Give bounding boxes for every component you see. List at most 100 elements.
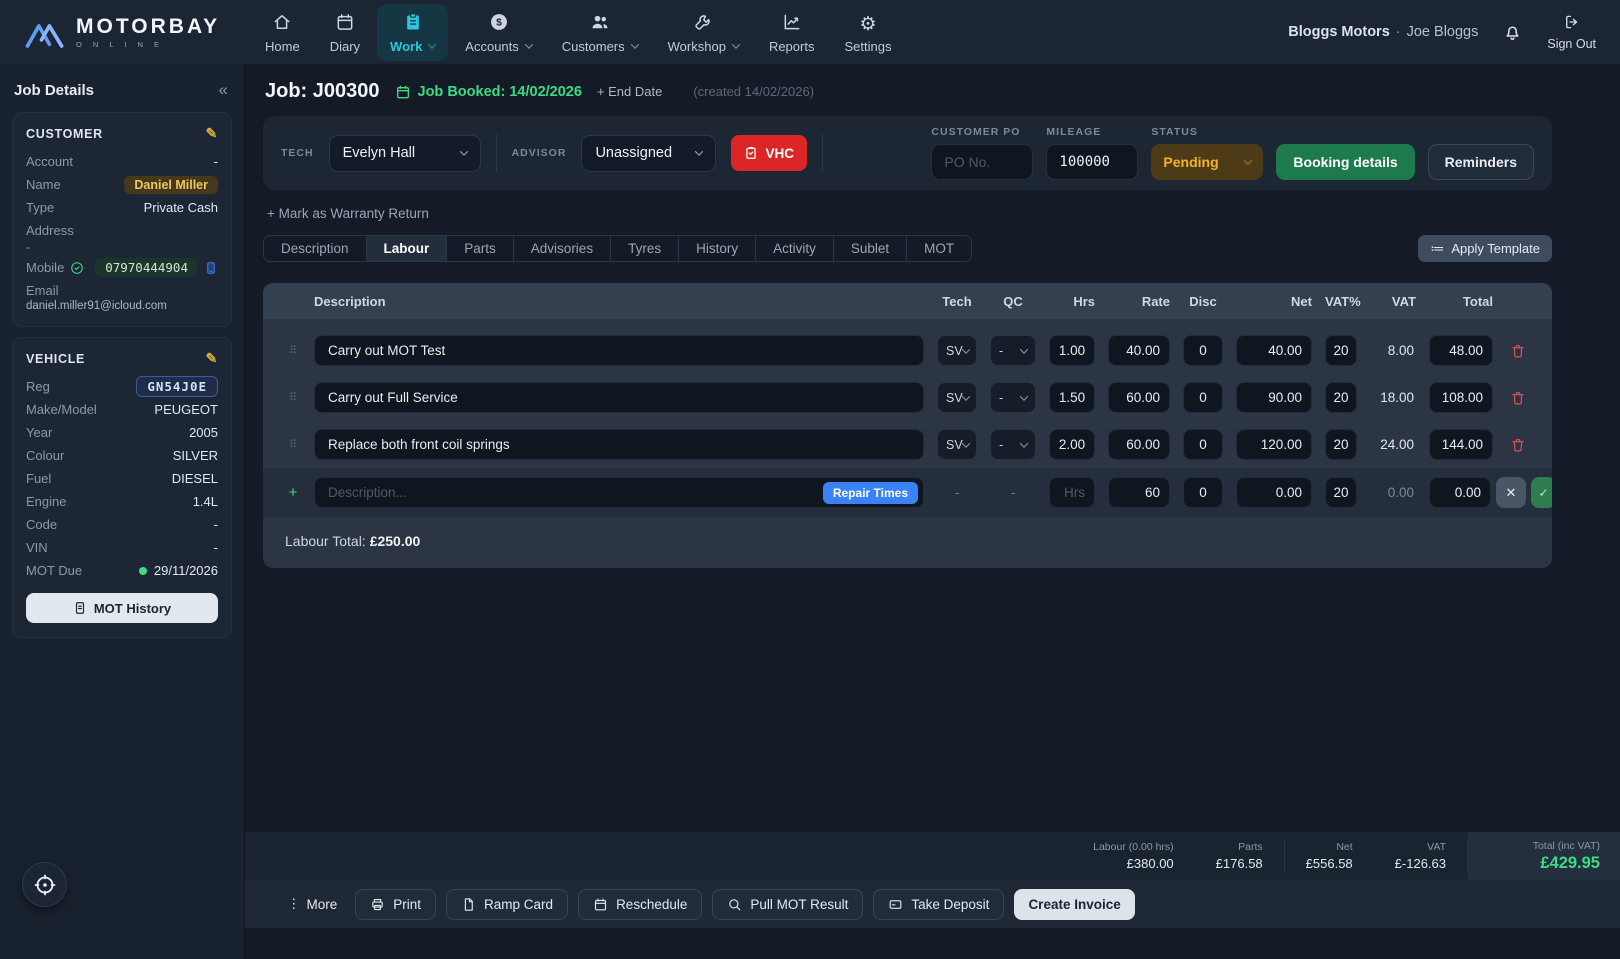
apply-template-button[interactable]: ≔ Apply Template xyxy=(1418,235,1552,262)
nav-item-work[interactable]: Work xyxy=(377,4,448,61)
hours-input[interactable] xyxy=(1049,429,1095,460)
labour-description-input[interactable] xyxy=(314,429,924,460)
discount-input[interactable] xyxy=(1183,382,1223,413)
mot-history-button[interactable]: MOT History xyxy=(26,593,218,623)
tech-select[interactable]: Evelyn Hall xyxy=(329,135,481,172)
more-button[interactable]: ⋮ More xyxy=(279,889,345,920)
job-booked[interactable]: Job Booked: 14/02/2026 xyxy=(395,84,582,100)
header-description: Description xyxy=(314,294,924,309)
tab-labour[interactable]: Labour xyxy=(366,235,448,262)
total-input[interactable] xyxy=(1429,382,1493,413)
qc-select[interactable]: - xyxy=(990,335,1036,366)
status-select[interactable]: Pending xyxy=(1151,144,1263,180)
repair-times-button[interactable]: Repair Times xyxy=(823,482,918,504)
tech-initials-select[interactable]: SV xyxy=(937,335,977,366)
delete-row-button[interactable] xyxy=(1506,343,1530,359)
tab-parts[interactable]: Parts xyxy=(446,235,514,262)
phone-icon[interactable] xyxy=(204,261,218,275)
total-input[interactable] xyxy=(1429,429,1493,460)
vat-percent-input[interactable] xyxy=(1325,477,1357,508)
cancel-row-button[interactable]: ✕ xyxy=(1496,477,1526,508)
vat-percent-input[interactable] xyxy=(1325,335,1357,366)
vhc-button[interactable]: VHC xyxy=(731,135,807,171)
delete-row-button[interactable] xyxy=(1506,390,1530,406)
tab-advisories[interactable]: Advisories xyxy=(513,235,611,262)
make-value: PEUGEOT xyxy=(154,402,218,417)
tab-activity[interactable]: Activity xyxy=(755,235,834,262)
code-value: - xyxy=(214,517,218,532)
customer-po-input[interactable] xyxy=(931,144,1033,180)
ramp-card-button[interactable]: Ramp Card xyxy=(446,889,568,920)
nav-item-settings[interactable]: ⚙ Settings xyxy=(831,7,904,61)
net-input[interactable] xyxy=(1236,429,1312,460)
nav-item-diary[interactable]: Diary xyxy=(317,4,373,61)
discount-input[interactable] xyxy=(1183,335,1223,366)
brand-logo[interactable]: MOTORBAY O N L I N E xyxy=(24,14,252,50)
nav-item-customers[interactable]: Customers xyxy=(549,4,651,61)
qc-select[interactable]: - xyxy=(990,429,1036,460)
nav-item-reports[interactable]: Reports xyxy=(756,4,828,61)
drag-handle-icon[interactable]: ⠿ xyxy=(285,391,301,404)
mark-warranty-return-link[interactable]: + Mark as Warranty Return xyxy=(267,206,429,221)
labour-description-input[interactable] xyxy=(314,382,924,413)
header-vat-pct: VAT% xyxy=(1325,294,1357,309)
tech-initials-select[interactable]: SV xyxy=(937,429,977,460)
total-input[interactable] xyxy=(1429,477,1491,508)
collapse-sidebar-icon[interactable]: « xyxy=(219,80,228,100)
take-deposit-button[interactable]: Take Deposit xyxy=(873,889,1004,920)
support-widget-button[interactable] xyxy=(22,862,67,907)
customer-name-badge[interactable]: Daniel Miller xyxy=(124,176,218,194)
nav-item-accounts[interactable]: $ Accounts xyxy=(452,4,544,61)
rate-input[interactable] xyxy=(1108,429,1170,460)
delete-row-button[interactable] xyxy=(1506,437,1530,453)
create-invoice-button[interactable]: Create Invoice xyxy=(1014,889,1134,920)
rate-input[interactable] xyxy=(1108,335,1170,366)
calendar-icon xyxy=(335,12,355,35)
rate-input[interactable] xyxy=(1108,382,1170,413)
tab-mot[interactable]: MOT xyxy=(906,235,972,262)
print-button[interactable]: Print xyxy=(355,889,436,920)
notifications-bell-icon[interactable] xyxy=(1502,22,1523,43)
edit-vehicle-icon[interactable]: ✎ xyxy=(206,350,218,367)
tab-tyres[interactable]: Tyres xyxy=(610,235,679,262)
pull-mot-result-button[interactable]: Pull MOT Result xyxy=(712,889,863,920)
vat-total-group: VAT £-126.63 xyxy=(1374,832,1467,880)
header-rate: Rate xyxy=(1108,294,1170,309)
tab-description[interactable]: Description xyxy=(263,235,367,262)
hours-input[interactable] xyxy=(1049,335,1095,366)
net-input[interactable] xyxy=(1236,335,1312,366)
tab-sublet[interactable]: Sublet xyxy=(833,235,907,262)
make-label: Make/Model xyxy=(26,402,97,417)
qc-select[interactable]: - xyxy=(990,382,1036,413)
labour-description-input[interactable] xyxy=(314,335,924,366)
advisor-select[interactable]: Unassigned xyxy=(581,135,716,172)
total-input[interactable] xyxy=(1429,335,1493,366)
vat-percent-input[interactable] xyxy=(1325,429,1357,460)
edit-customer-icon[interactable]: ✎ xyxy=(206,125,218,142)
discount-input[interactable] xyxy=(1183,477,1223,508)
mobile-number-badge[interactable]: 07970444904 xyxy=(95,258,198,277)
reg-plate-badge[interactable]: GN54J0E xyxy=(136,376,218,397)
confirm-row-button[interactable]: ✓ xyxy=(1531,477,1552,508)
tab-history[interactable]: History xyxy=(678,235,756,262)
hours-input[interactable] xyxy=(1049,477,1095,508)
discount-input[interactable] xyxy=(1183,429,1223,460)
net-input[interactable] xyxy=(1236,382,1312,413)
hours-input[interactable] xyxy=(1049,382,1095,413)
sign-out-button[interactable]: Sign Out xyxy=(1547,13,1596,51)
net-input[interactable] xyxy=(1236,477,1312,508)
rate-input[interactable] xyxy=(1108,477,1170,508)
vat-percent-input[interactable] xyxy=(1325,382,1357,413)
add-end-date-link[interactable]: + End Date xyxy=(597,84,662,99)
drag-handle-icon[interactable]: ⠿ xyxy=(285,344,301,357)
nav-item-home[interactable]: Home xyxy=(252,4,313,61)
drag-handle-icon[interactable]: ⠿ xyxy=(285,438,301,451)
nav-item-workshop[interactable]: Workshop xyxy=(655,4,752,61)
reschedule-button[interactable]: Reschedule xyxy=(578,889,702,920)
add-row-icon[interactable]: + xyxy=(285,484,301,501)
booking-details-button[interactable]: Booking details xyxy=(1276,144,1414,180)
mileage-input[interactable] xyxy=(1046,144,1138,180)
tech-initials-select[interactable]: SV xyxy=(937,382,977,413)
sidebar-title: Job Details xyxy=(14,82,94,99)
reminders-button[interactable]: Reminders xyxy=(1428,144,1534,180)
